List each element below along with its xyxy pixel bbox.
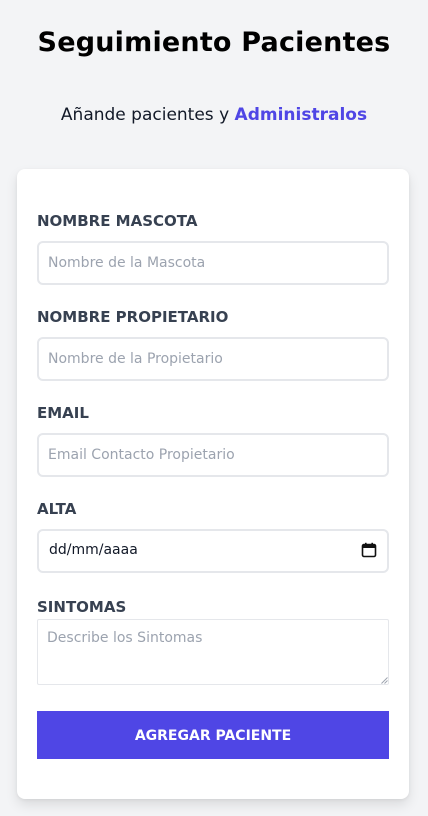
symptoms-label: SINTOMAS <box>37 598 127 616</box>
owner-name-label: NOMBRE PROPIETARIO <box>37 308 229 326</box>
subtitle-accent: Administralos <box>234 105 368 125</box>
add-patient-button[interactable]: AGREGAR PACIENTE <box>37 711 389 759</box>
email-label: EMAIL <box>37 404 89 422</box>
calendar-icon[interactable] <box>361 542 377 558</box>
owner-name-input[interactable] <box>37 337 389 381</box>
discharge-date-value: dd/mm/aaaa <box>49 542 138 558</box>
symptoms-textarea[interactable] <box>37 619 389 685</box>
resize-grip-icon[interactable] <box>381 677 388 684</box>
patient-form: NOMBRE MASCOTA NOMBRE PROPIETARIO EMAIL … <box>17 169 409 799</box>
subtitle: Añande pacientes y Administralos <box>0 105 428 125</box>
discharge-date-label: ALTA <box>37 500 77 518</box>
pet-name-label: NOMBRE MASCOTA <box>37 212 198 230</box>
email-input[interactable] <box>37 433 389 477</box>
subtitle-prefix: Añande pacientes y <box>60 105 235 125</box>
discharge-date-input[interactable]: dd/mm/aaaa <box>37 529 389 573</box>
pet-name-input[interactable] <box>37 241 389 285</box>
page-title: Seguimiento Pacientes <box>37 27 391 58</box>
